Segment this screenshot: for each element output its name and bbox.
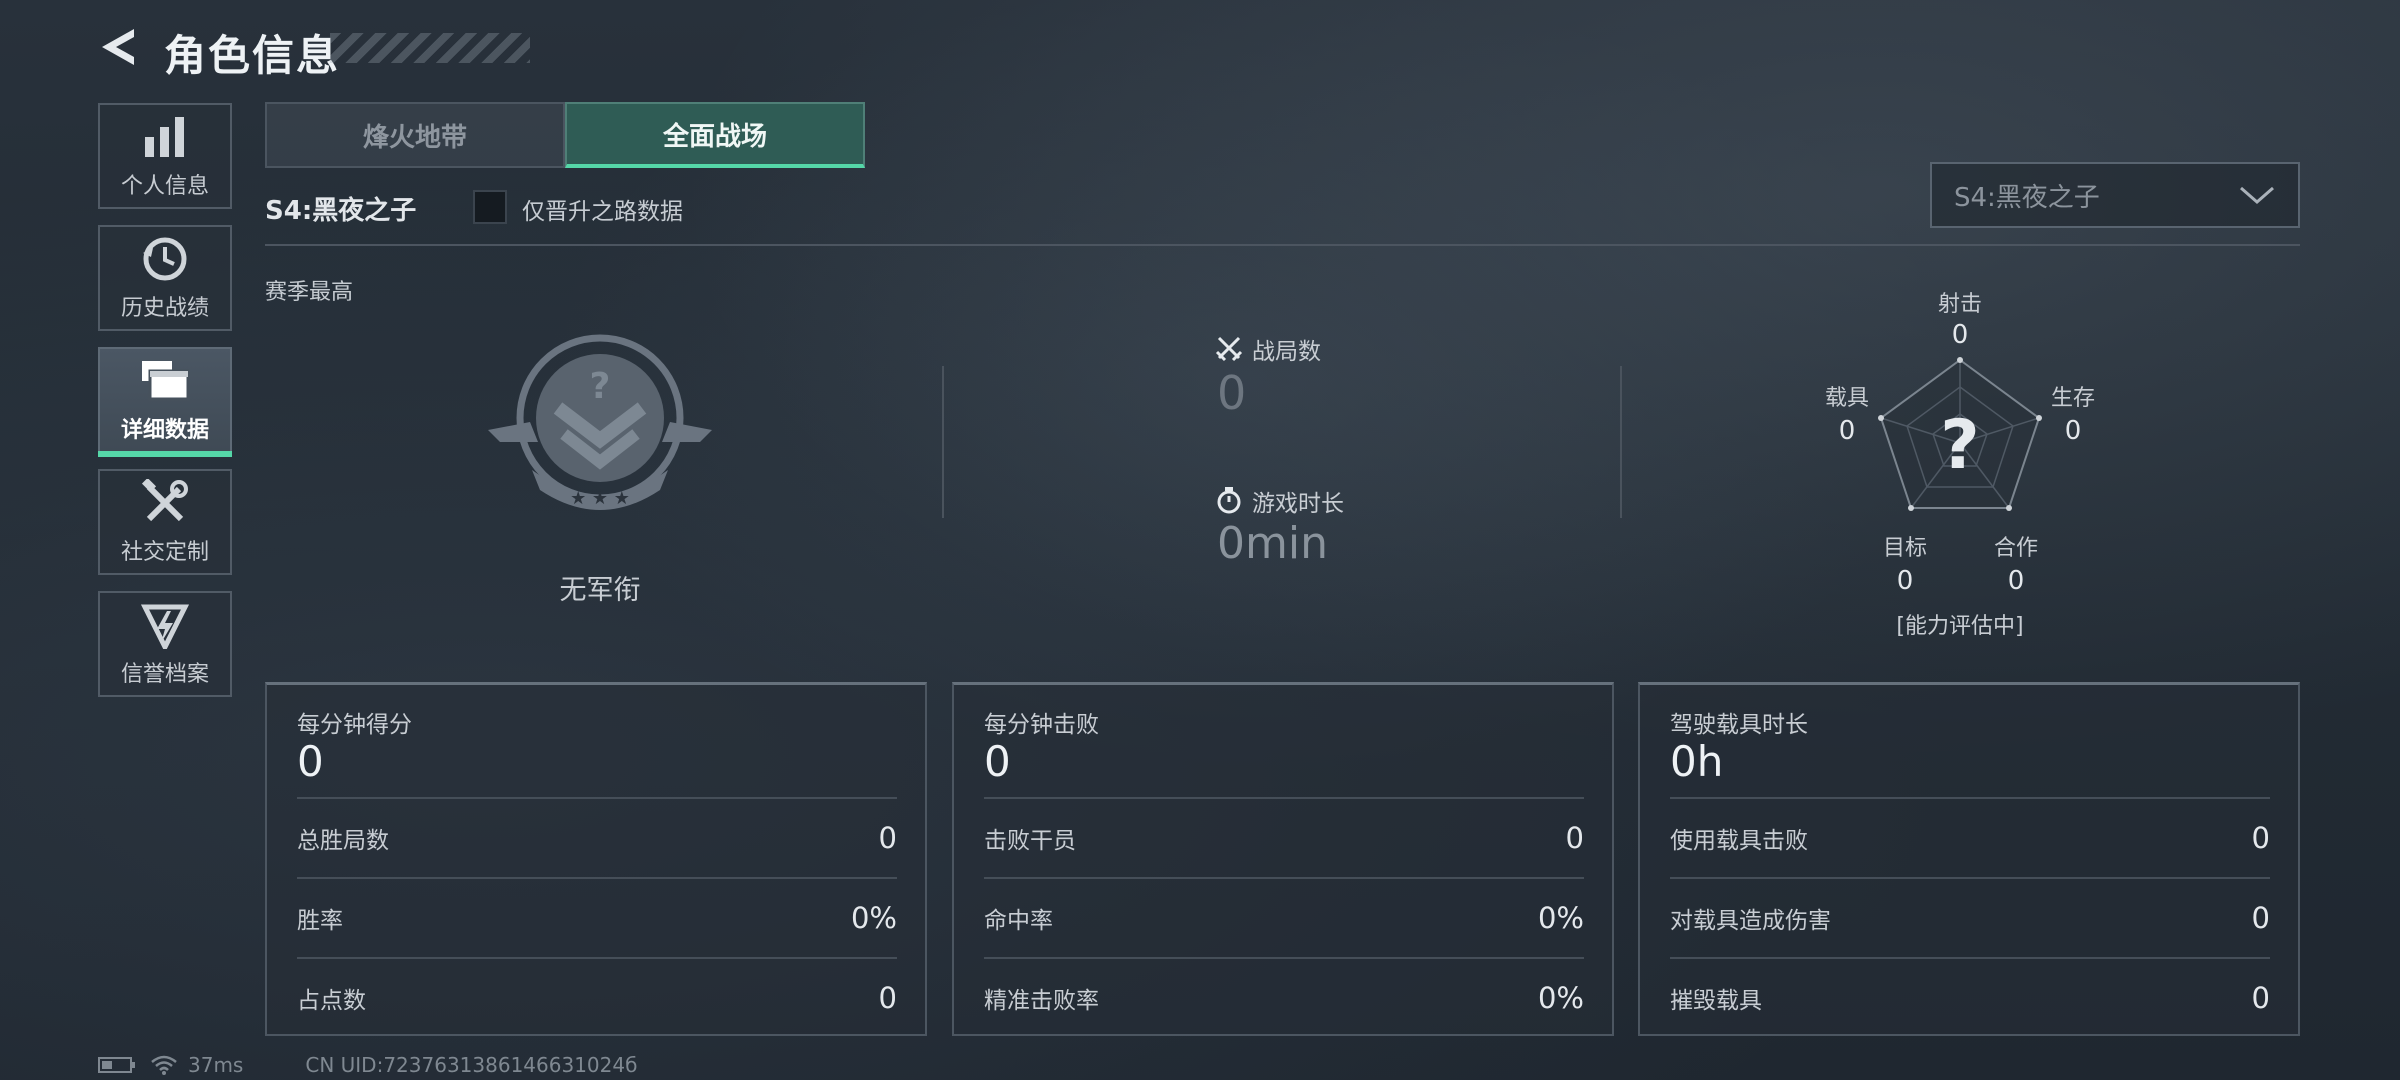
divider — [265, 244, 2300, 246]
panel-title: 每分钟得分 — [297, 712, 412, 738]
stat-row: 击败干员 0 — [984, 797, 1584, 877]
stat-label: 击败干员 — [984, 828, 1076, 854]
tab-hazard-zone[interactable]: 烽火地带 — [265, 102, 565, 168]
stat-row: 摧毁载具 0 — [1670, 957, 2270, 1037]
ping-value: 37ms — [188, 1053, 244, 1077]
stat-value: 0 — [1565, 821, 1584, 855]
panel-title: 每分钟击败 — [984, 712, 1099, 738]
back-button[interactable] — [96, 24, 142, 70]
rank-emblem-icon: ? ★ ★ ★ — [488, 334, 712, 510]
panel-title: 驾驶载具时长 — [1670, 712, 1808, 738]
radar-value-objective: 0 — [1896, 566, 1914, 596]
playtime-label: 游戏时长 — [1252, 491, 1344, 517]
stat-label: 摧毁载具 — [1670, 988, 1762, 1014]
status-bar: 37ms CN UID:7237631386146631024б — [98, 1052, 637, 1078]
radar-value-teamwork: 0 — [2007, 566, 2025, 596]
credit-emblem-icon — [140, 600, 190, 650]
battery-icon — [98, 1057, 135, 1073]
season-dropdown-value: S4:黑夜之子 — [1954, 182, 2100, 213]
stat-label: 对载具造成伤害 — [1670, 908, 1831, 934]
stat-row: 胜率 0% — [297, 877, 897, 957]
radar-label-vehicle: 载具 — [1824, 386, 1869, 411]
stat-label: 胜率 — [297, 908, 343, 934]
stat-row: 对载具造成伤害 0 — [1670, 877, 2270, 957]
radar-value-vehicle: 0 — [1838, 416, 1856, 446]
season-dropdown[interactable]: S4:黑夜之子 — [1930, 162, 2300, 228]
stat-value: 0% — [1537, 901, 1584, 935]
tab-all-out-warfare[interactable]: 全面战场 — [565, 102, 865, 168]
stat-value: 0 — [2251, 901, 2270, 935]
back-arrow-icon — [102, 29, 134, 65]
stat-row: 使用载具击败 0 — [1670, 797, 2270, 877]
radar-label-teamwork: 合作 — [1993, 536, 2038, 561]
sidebar-item-history[interactable]: 历史战绩 — [98, 225, 232, 331]
bar-chart-icon — [140, 112, 190, 162]
stacked-windows-icon — [140, 356, 190, 406]
promotion-only-label: 仅晋升之路数据 — [522, 199, 683, 225]
title-decoration — [330, 33, 530, 63]
season-best-label: 赛季最高 — [265, 280, 354, 305]
stat-label: 命中率 — [984, 908, 1053, 934]
stat-label: 使用载具击败 — [1670, 828, 1808, 854]
radar-label-survival: 生存 — [2050, 386, 2095, 411]
panel-main-value: 0 — [984, 737, 1011, 786]
stat-value: 0 — [878, 981, 897, 1015]
wifi-icon — [151, 1055, 177, 1075]
stat-row: 精准击败率 0% — [984, 957, 1584, 1037]
ability-radar-chart: ? — [1878, 357, 2042, 511]
tools-icon — [140, 478, 190, 528]
radar-value-shooting: 0 — [1951, 320, 1969, 350]
stat-value: 0 — [2251, 981, 2270, 1015]
playtime-value: 0min — [1217, 518, 1328, 569]
player-uid: CN UID:7237631386146631024б — [305, 1053, 638, 1077]
vehicle-panel: 驾驶载具时长 0h 使用载具击败 0 对载具造成伤害 0 摧毁载具 0 — [1638, 682, 2300, 1036]
stat-value: 0 — [2251, 821, 2270, 855]
stat-value: 0 — [878, 821, 897, 855]
stopwatch-icon — [1217, 487, 1241, 514]
stat-label: 精准击败率 — [984, 988, 1099, 1014]
stat-row: 占点数 0 — [297, 957, 897, 1037]
radar-label-objective: 目标 — [1882, 536, 1927, 561]
active-indicator — [98, 451, 232, 457]
crossed-swords-icon — [1215, 336, 1243, 362]
matches-value: 0 — [1217, 366, 1247, 420]
stat-row: 命中率 0% — [984, 877, 1584, 957]
stat-label: 占点数 — [297, 988, 366, 1014]
season-title: S4:黑夜之子 — [265, 196, 417, 226]
page-title: 角色信息 — [164, 31, 341, 80]
sidebar-item-label: 个人信息 — [120, 174, 209, 199]
sidebar-item-label: 信誉档案 — [120, 662, 209, 687]
divider — [942, 366, 944, 518]
sidebar-item-credit-archive[interactable]: 信誉档案 — [98, 591, 232, 697]
sidebar-item-label: 详细数据 — [120, 418, 209, 443]
chevron-down-icon — [2240, 186, 2274, 204]
radar-value-survival: 0 — [2064, 416, 2082, 446]
panel-main-value: 0 — [297, 737, 324, 786]
matches-label: 战局数 — [1252, 339, 1321, 365]
score-panel: 每分钟得分 0 总胜局数 0 胜率 0% 占点数 0 — [265, 682, 927, 1036]
svg-text:?: ? — [1940, 406, 1979, 485]
stat-value: 0% — [850, 901, 897, 935]
sidebar-item-label: 历史战绩 — [120, 296, 209, 321]
mode-tabs: 烽火地带 全面战场 — [265, 102, 865, 168]
rank-label: 无军衔 — [559, 575, 641, 606]
stat-label: 总胜局数 — [297, 828, 389, 854]
radar-status: [能力评估中] — [1896, 614, 2024, 639]
radar-label-shooting: 射击 — [1937, 292, 1982, 317]
svg-text:★ ★ ★: ★ ★ ★ — [570, 488, 630, 509]
stat-value: 0% — [1537, 981, 1584, 1015]
sidebar-item-label: 社交定制 — [120, 540, 209, 565]
panel-main-value: 0h — [1670, 737, 1724, 786]
divider — [1620, 366, 1622, 518]
sidebar-item-personal-info[interactable]: 个人信息 — [98, 103, 232, 209]
svg-text:?: ? — [590, 366, 611, 407]
stat-row: 总胜局数 0 — [297, 797, 897, 877]
sidebar-item-detailed-data[interactable]: 详细数据 — [98, 347, 232, 457]
history-clock-icon — [140, 234, 190, 284]
promotion-only-checkbox[interactable] — [473, 190, 507, 224]
kills-panel: 每分钟击败 0 击败干员 0 命中率 0% 精准击败率 0% — [952, 682, 1614, 1036]
sidebar-item-social-customize[interactable]: 社交定制 — [98, 469, 232, 575]
